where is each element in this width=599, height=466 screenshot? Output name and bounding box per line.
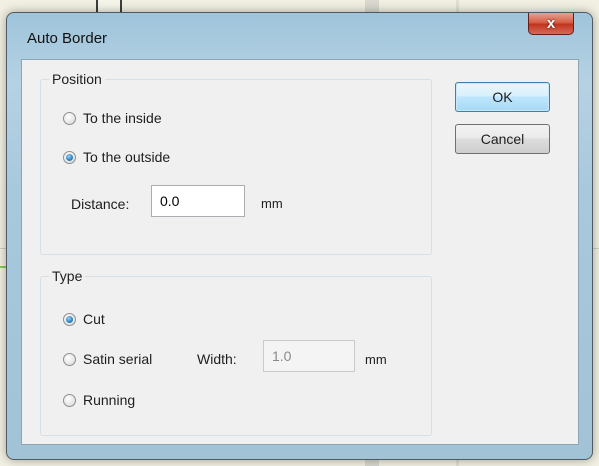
auto-border-dialog: Auto Border x Position To the inside To … — [6, 12, 593, 460]
radio-label: Cut — [83, 311, 105, 327]
radio-label: Satin serial — [83, 351, 153, 367]
radio-label: Running — [83, 392, 136, 408]
position-group: Position To the inside To the outside Di… — [40, 71, 432, 255]
radio-label: To the outside — [83, 149, 171, 165]
distance-input[interactable] — [151, 185, 245, 217]
radio-button[interactable] — [63, 312, 76, 326]
distance-label: Distance: — [71, 196, 130, 212]
ok-button[interactable]: OK — [455, 82, 550, 112]
radio-satin-serial[interactable]: Satin serial — [63, 351, 152, 367]
width-unit: mm — [365, 352, 387, 367]
close-icon: x — [546, 15, 556, 32]
radio-to-the-outside[interactable]: To the outside — [63, 149, 170, 165]
radio-label: To the inside — [83, 110, 162, 126]
radio-button[interactable] — [63, 111, 76, 125]
dialog-title: Auto Border — [27, 30, 108, 47]
width-label: Width: — [197, 351, 237, 367]
distance-unit: mm — [261, 196, 283, 211]
type-group-label: Type — [49, 268, 86, 284]
position-group-label: Position — [49, 71, 105, 87]
dialog-content: Position To the inside To the outside Di… — [21, 59, 579, 445]
radio-running[interactable]: Running — [63, 392, 135, 408]
cancel-button[interactable]: Cancel — [455, 124, 550, 154]
radio-to-the-inside[interactable]: To the inside — [63, 110, 162, 126]
radio-button[interactable] — [63, 150, 76, 164]
radio-button[interactable] — [63, 352, 76, 366]
type-group: Type Cut Satin serial Width: mm Running — [40, 268, 432, 436]
close-button[interactable]: x — [528, 13, 574, 35]
width-input[interactable] — [263, 340, 355, 372]
radio-button[interactable] — [63, 393, 76, 407]
radio-cut[interactable]: Cut — [63, 311, 105, 327]
